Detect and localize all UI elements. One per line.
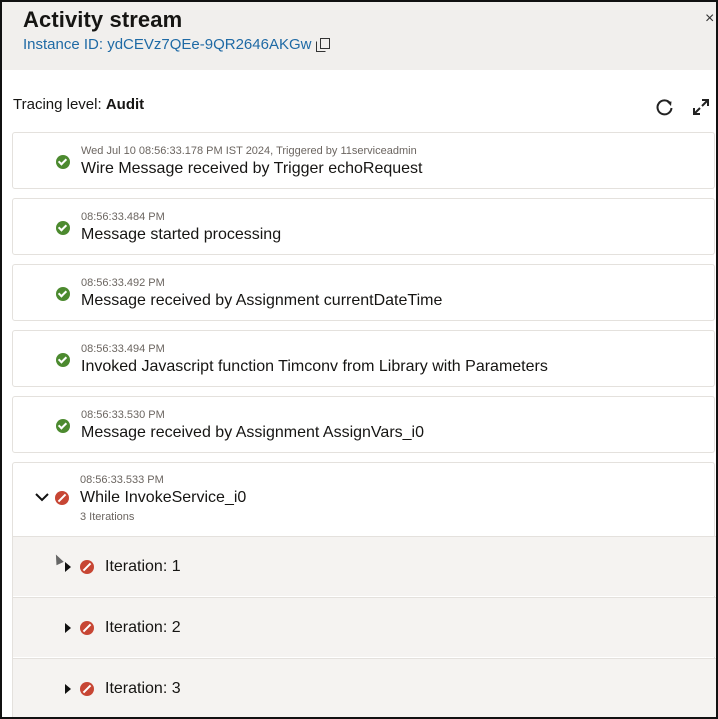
copy-icon[interactable] <box>316 37 331 52</box>
caret-right-icon[interactable] <box>65 562 71 572</box>
event-timestamp: 08:56:33.492 PM <box>81 277 165 289</box>
error-icon <box>55 491 69 505</box>
event-card[interactable]: 08:56:33.484 PM Message started processi… <box>12 198 715 255</box>
iteration-label: Iteration: 2 <box>105 619 181 636</box>
event-timestamp: 08:56:33.494 PM <box>81 343 165 355</box>
iteration-row[interactable]: Iteration: 3 <box>13 658 716 717</box>
activity-stream-panel: Activity stream Instance ID: ydCEVz7QEe-… <box>0 0 718 719</box>
iteration-row[interactable]: Iteration: 1 <box>13 536 716 596</box>
success-check-icon <box>56 353 70 367</box>
caret-right-icon[interactable] <box>65 684 71 694</box>
tracing-level-value: Audit <box>105 96 145 113</box>
success-check-icon <box>56 155 70 169</box>
chevron-down-icon[interactable] <box>35 492 49 502</box>
event-card[interactable]: Wed Jul 10 08:56:33.178 PM IST 2024, Tri… <box>12 132 715 189</box>
while-timestamp: 08:56:33.533 PM <box>80 474 164 486</box>
error-icon <box>80 621 94 635</box>
tracing-level: Tracing level: Audit <box>13 96 144 113</box>
iteration-label: Iteration: 3 <box>105 680 181 697</box>
success-check-icon <box>56 419 70 433</box>
tracing-level-label: Tracing level: <box>13 96 102 113</box>
expand-icon[interactable] <box>690 96 712 118</box>
event-card[interactable]: 08:56:33.530 PM Message received by Assi… <box>12 396 715 453</box>
close-icon[interactable]: × <box>705 10 714 28</box>
event-message: Message received by Assignment AssignVar… <box>81 424 424 441</box>
event-card[interactable]: 08:56:33.494 PM Invoked Javascript funct… <box>12 330 715 387</box>
instance-id: Instance ID: ydCEVz7QEe-9QR2646AKGw <box>23 36 331 53</box>
caret-right-icon[interactable] <box>65 623 71 633</box>
event-timestamp: Wed Jul 10 08:56:33.178 PM IST 2024, Tri… <box>81 145 417 157</box>
event-message: Message started processing <box>81 226 282 243</box>
error-icon <box>80 560 94 574</box>
instance-id-text: Instance ID: ydCEVz7QEe-9QR2646AKGw <box>23 36 312 53</box>
iteration-label: Iteration: 1 <box>105 558 181 575</box>
event-timestamp: 08:56:33.530 PM <box>81 409 165 421</box>
event-message: Message received by Assignment currentDa… <box>81 292 443 309</box>
while-message[interactable]: While InvokeService_i0 <box>80 489 246 507</box>
success-check-icon <box>56 221 70 235</box>
event-message: Wire Message received by Trigger echoReq… <box>81 160 423 177</box>
event-card[interactable]: 08:56:33.492 PM Message received by Assi… <box>12 264 715 321</box>
iteration-row[interactable]: Iteration: 2 <box>13 597 716 657</box>
while-iteration-count: 3 Iterations <box>80 511 135 523</box>
refresh-icon[interactable] <box>654 96 676 118</box>
event-message: Invoked Javascript function Timconv from… <box>81 358 548 375</box>
success-check-icon <box>56 287 70 301</box>
error-icon <box>80 682 94 696</box>
event-timestamp: 08:56:33.484 PM <box>81 211 165 223</box>
panel-title: Activity stream <box>23 7 183 32</box>
panel-header: Activity stream Instance ID: ydCEVz7QEe-… <box>2 2 716 70</box>
